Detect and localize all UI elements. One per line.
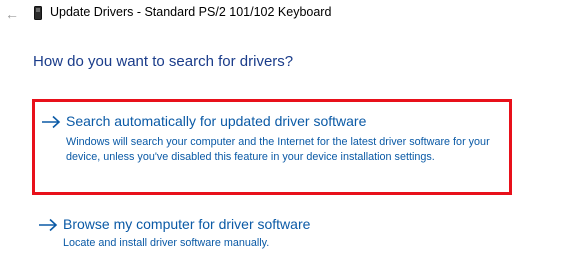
back-arrow-icon[interactable]: ← [2,4,22,24]
search-automatically-description: Windows will search your computer and th… [66,136,490,163]
right-arrow-icon [39,218,58,232]
browse-computer-description: Locate and install driver software manua… [63,237,270,249]
browse-computer-option[interactable]: Browse my computer for driver software L… [32,212,512,258]
search-automatically-link[interactable]: Search automatically for updated driver … [66,113,366,129]
search-automatically-option[interactable]: Search automatically for updated driver … [32,99,512,195]
title-bar: ← Update Drivers - Standard PS/2 101/102… [0,0,584,28]
window-title: Update Drivers - Standard PS/2 101/102 K… [50,5,332,19]
page-heading: How do you want to search for drivers? [33,53,294,70]
keyboard-device-icon [34,6,42,20]
right-arrow-icon [42,115,61,129]
browse-computer-link[interactable]: Browse my computer for driver software [63,216,310,232]
